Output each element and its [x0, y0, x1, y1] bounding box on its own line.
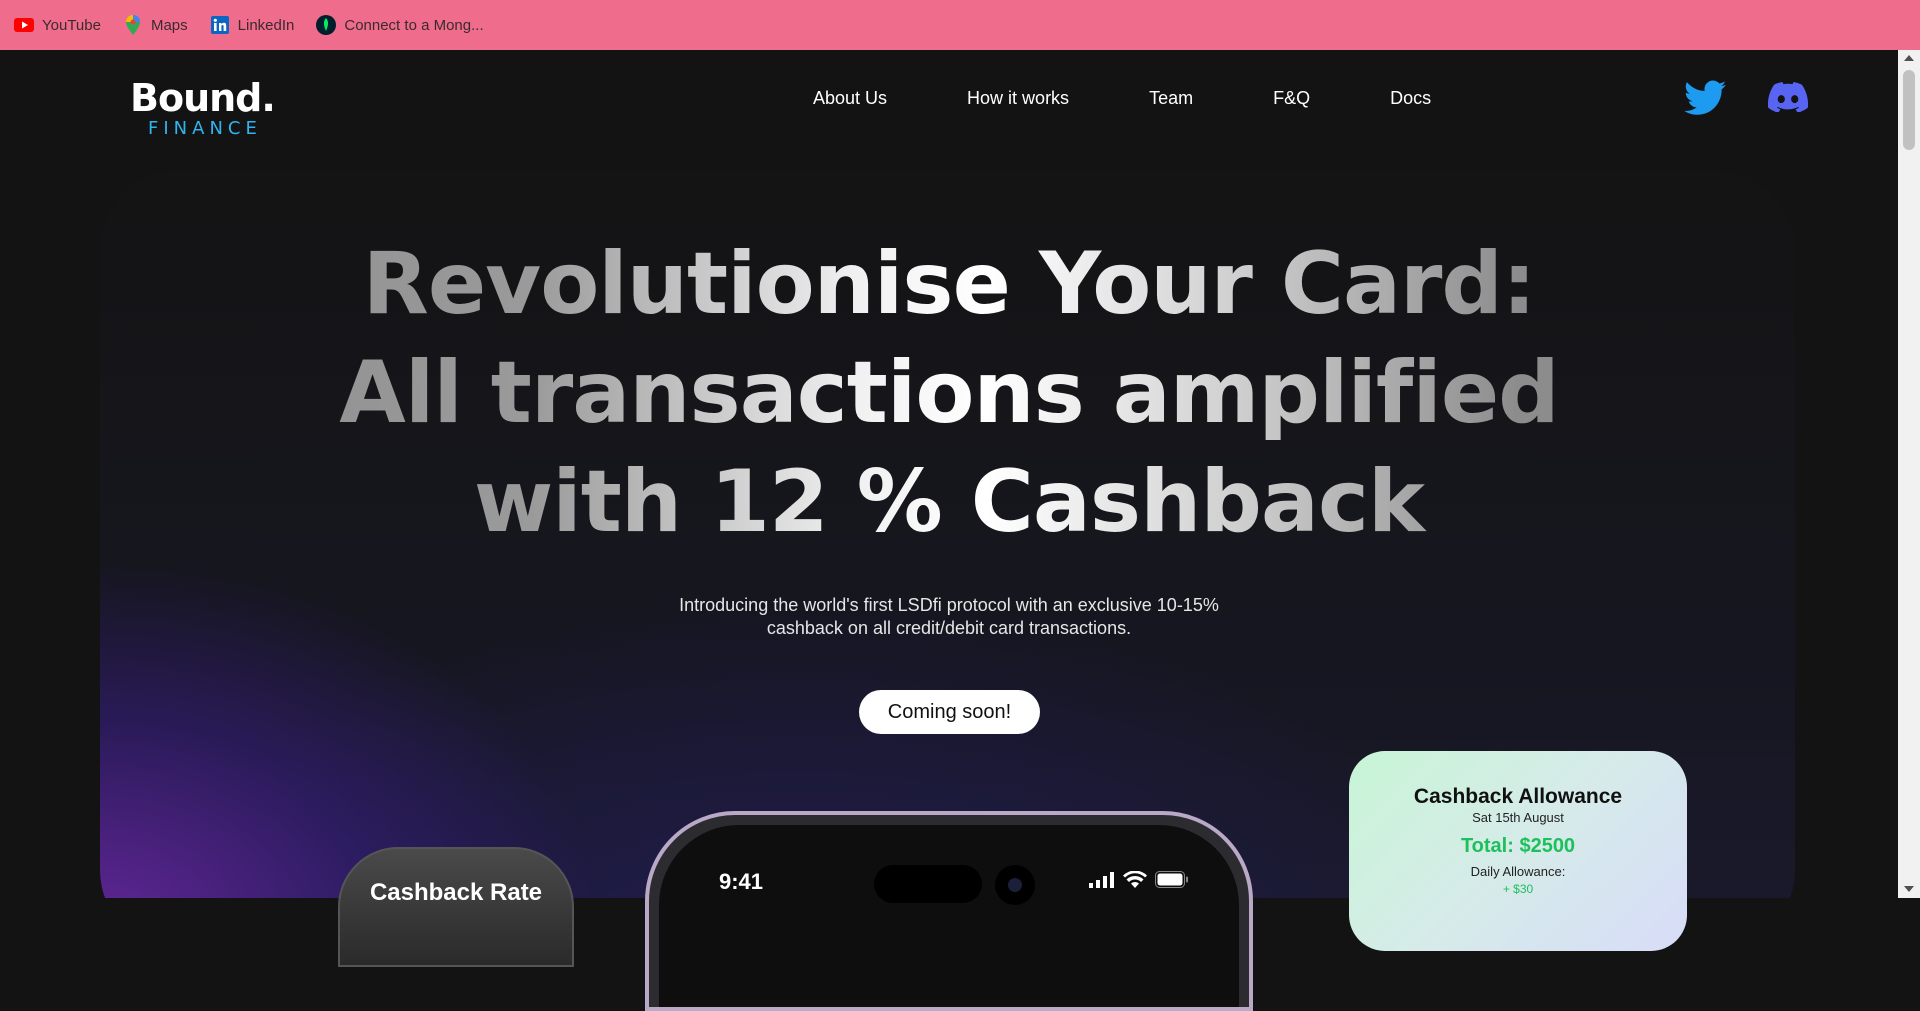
hero-subtitle-line-1: Introducing the world's first LSDfi prot… [679, 595, 1219, 615]
main-nav: About Us How it works Team F&Q Docs [813, 88, 1431, 109]
bookmark-label: LinkedIn [237, 16, 295, 34]
maps-icon [123, 15, 143, 35]
hero-title-line-1: Revolutionise Your Card: [362, 234, 1536, 334]
nav-team[interactable]: Team [1149, 88, 1193, 109]
cashback-rate-card: Cashback Rate [338, 847, 574, 967]
allowance-title: Cashback Allowance [1413, 785, 1623, 808]
vertical-scrollbar[interactable] [1898, 50, 1920, 898]
bookmark-youtube[interactable]: YouTube [14, 15, 101, 35]
hero-title-line-3: with 12 % Cashback [473, 452, 1425, 552]
twitter-icon[interactable] [1684, 80, 1726, 118]
scroll-thumb[interactable] [1903, 70, 1915, 150]
phone-screen: 9:41 [659, 825, 1239, 1007]
logo[interactable]: Bound. FINANCE [130, 76, 276, 139]
camera-icon [995, 865, 1035, 905]
nav-about-us[interactable]: About Us [813, 88, 887, 109]
hero-subtitle-line-2: cashback on all credit/debit card transa… [766, 618, 1132, 638]
bookmark-linkedin[interactable]: LinkedIn [210, 15, 295, 35]
allowance-daily-label: Daily Allowance: [1470, 864, 1566, 879]
scroll-up-icon[interactable] [1904, 55, 1914, 61]
youtube-icon [14, 15, 34, 35]
nav-docs[interactable]: Docs [1390, 88, 1431, 109]
nav-how-it-works[interactable]: How it works [967, 88, 1069, 109]
bookmark-maps[interactable]: Maps [123, 15, 188, 35]
cashback-rate-title: Cashback Rate [369, 879, 543, 906]
linkedin-icon [210, 15, 230, 35]
cashback-allowance-card: Cashback Allowance Sat 15th August Total… [1349, 751, 1687, 951]
allowance-total: Total: $2500 [1460, 835, 1576, 857]
bookmark-label: Maps [150, 16, 188, 34]
nav-fq[interactable]: F&Q [1273, 88, 1310, 109]
bookmarks-bar: YouTube Maps LinkedIn Connect to a Mong.… [0, 0, 1920, 50]
bookmark-label: YouTube [42, 16, 101, 34]
logo-name: Bound. [130, 76, 276, 120]
discord-icon[interactable] [1767, 82, 1810, 116]
allowance-daily-value: + $30 [1502, 882, 1534, 896]
status-icons [1089, 871, 1189, 888]
battery-icon [1155, 871, 1188, 888]
phone-time: 9:41 [719, 869, 764, 894]
mongodb-icon [316, 15, 337, 35]
phone-mockup: 9:41 [645, 811, 1253, 1011]
scroll-down-icon[interactable] [1904, 886, 1914, 892]
allowance-date: Sat 15th August [1472, 810, 1564, 825]
dynamic-island [874, 865, 982, 903]
wifi-icon [1123, 871, 1147, 888]
logo-tagline: FINANCE [148, 118, 262, 139]
coming-soon-button[interactable]: Coming soon! [859, 690, 1040, 734]
bookmark-mongodb[interactable]: Connect to a Mong... [316, 15, 484, 35]
hero-title-line-2: All transactions amplified [339, 343, 1559, 443]
hero-title: Revolutionise Your Card: All transaction… [0, 230, 1898, 557]
signal-icon [1089, 872, 1114, 888]
hero-subtitle: Introducing the world's first LSDfi prot… [0, 594, 1898, 640]
bookmark-label: Connect to a Mong... [344, 16, 484, 34]
